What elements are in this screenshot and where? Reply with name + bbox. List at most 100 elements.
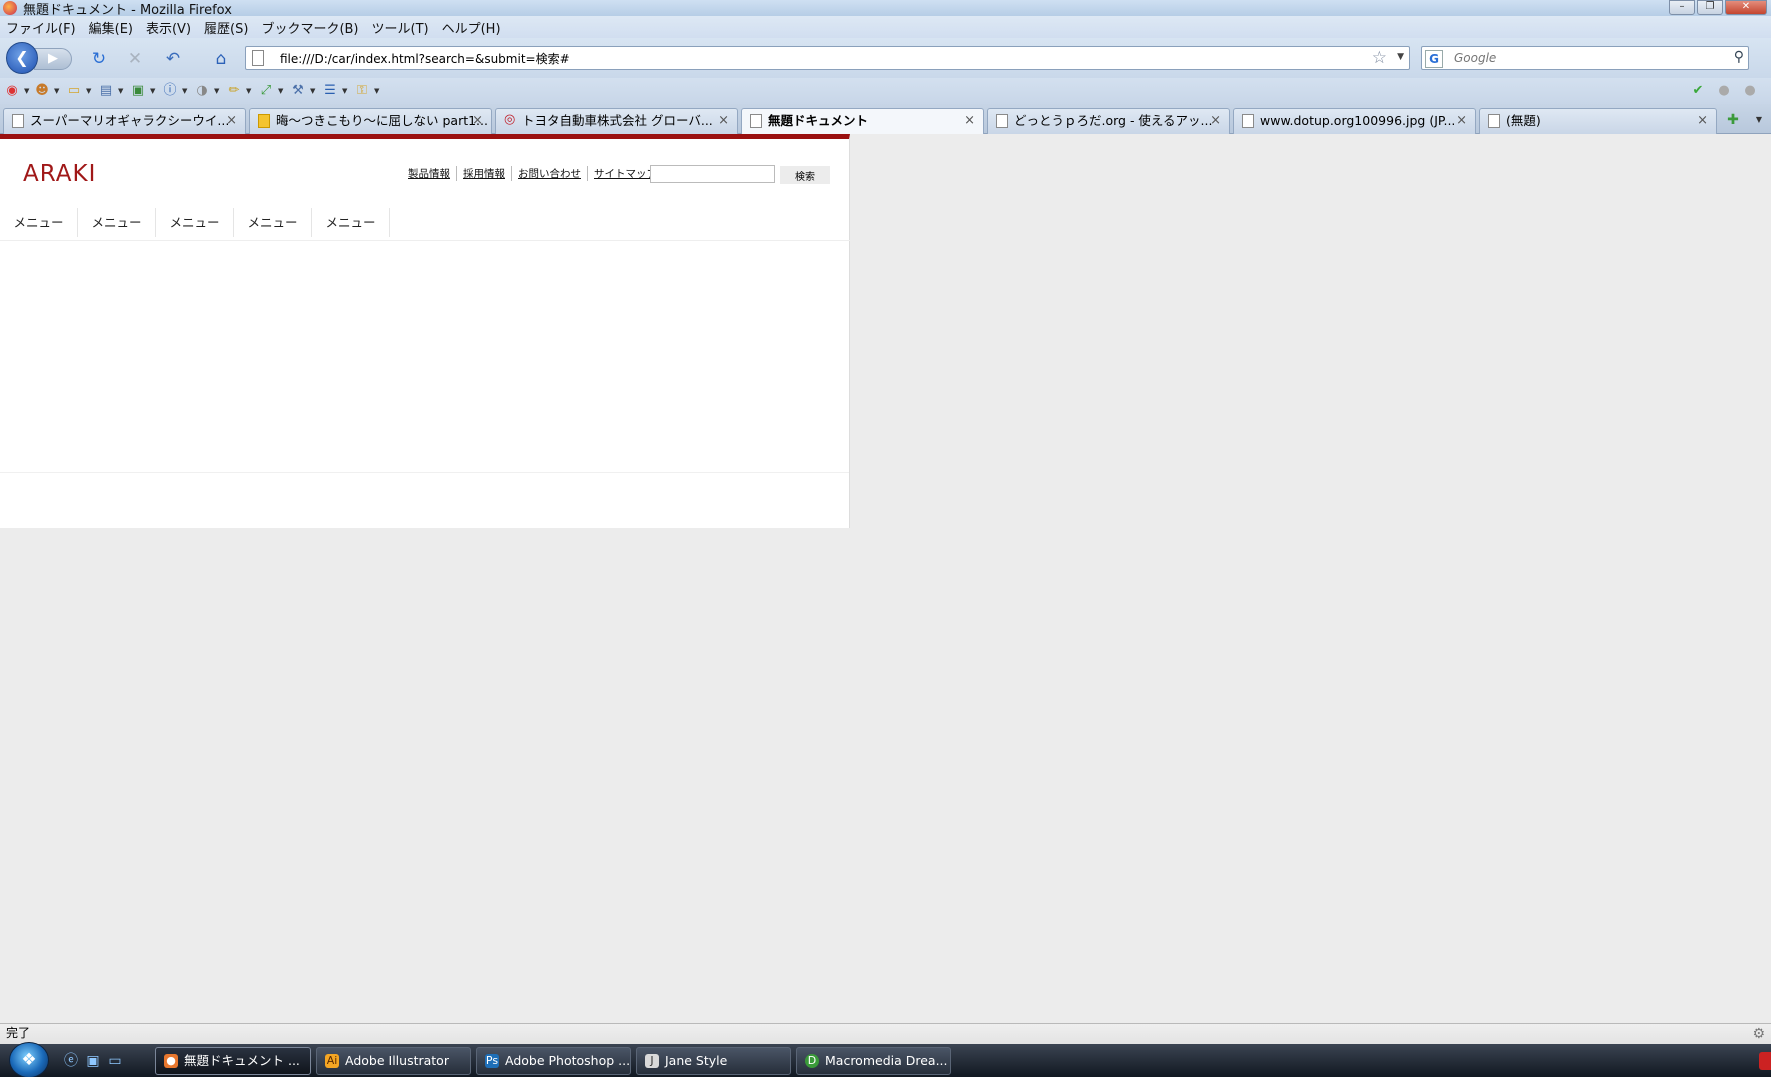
menu-view[interactable]: 表示(V) bbox=[146, 18, 191, 37]
menu-bookmarks[interactable]: ブックマーク(B) bbox=[261, 18, 358, 37]
dropdown-arrow-icon[interactable]: ▼ bbox=[310, 87, 315, 95]
image-icon[interactable]: ▣ bbox=[130, 83, 146, 99]
menu-history[interactable]: 履歴(S) bbox=[204, 18, 248, 37]
page-icon bbox=[996, 114, 1008, 128]
tab-label: (無題) bbox=[1506, 113, 1541, 128]
status-dot-icon[interactable]: ● bbox=[1742, 83, 1758, 99]
start-button[interactable]: ❖ bbox=[9, 1042, 49, 1077]
back-button[interactable]: ❮ bbox=[6, 42, 38, 74]
search-magnifier-icon[interactable]: ⚲ bbox=[1734, 49, 1744, 65]
status-dot-icon[interactable]: ● bbox=[1716, 83, 1732, 99]
options-key-icon[interactable]: ⚿ bbox=[354, 83, 370, 99]
forward-arrow-icon: ▶ bbox=[48, 51, 58, 66]
switch-windows-icon[interactable]: ▣ bbox=[84, 1052, 102, 1070]
url-history-dropdown-icon[interactable]: ▼ bbox=[1397, 52, 1404, 62]
tab-close-icon[interactable]: × bbox=[1697, 109, 1708, 133]
resize-icon[interactable]: ⤢ bbox=[258, 83, 274, 99]
dropdown-arrow-icon[interactable]: ▼ bbox=[118, 87, 123, 95]
nav-menu-5[interactable]: メニュー bbox=[312, 208, 390, 237]
internet-explorer-icon[interactable]: ⓔ bbox=[62, 1052, 80, 1070]
nav-menu-4[interactable]: メニュー bbox=[234, 208, 312, 237]
tab-close-icon[interactable]: × bbox=[964, 109, 975, 133]
gear-icon[interactable]: ⚙ bbox=[1752, 1025, 1765, 1044]
misc-icon[interactable]: ◑ bbox=[194, 83, 210, 99]
url-input[interactable] bbox=[280, 49, 1360, 67]
jane-style-icon: J bbox=[645, 1054, 659, 1068]
taskbar-illustrator[interactable]: Ai Adobe Illustrator bbox=[316, 1047, 471, 1075]
stop-icon[interactable]: ✕ bbox=[124, 48, 146, 70]
home-icon[interactable]: ⌂ bbox=[210, 48, 232, 70]
dropdown-arrow-icon[interactable]: ▼ bbox=[182, 87, 187, 95]
user-icon[interactable]: ☻ bbox=[34, 83, 50, 99]
dropdown-arrow-icon[interactable]: ▼ bbox=[150, 87, 155, 95]
folder-icon[interactable]: ▭ bbox=[66, 83, 82, 99]
site-search-button[interactable]: 検索 bbox=[780, 166, 830, 184]
minimize-button[interactable]: – bbox=[1669, 0, 1695, 15]
tab-tsukikomori[interactable]: 晦～つきこもり～に屈しない part1... × bbox=[249, 108, 492, 134]
global-nav: メニュー メニュー メニュー メニュー メニュー bbox=[0, 208, 850, 241]
tab-dotup-uploader[interactable]: どっとうｐろだ.org - 使えるアッ... × bbox=[987, 108, 1230, 134]
nav-menu-2[interactable]: メニュー bbox=[78, 208, 156, 237]
forward-button[interactable]: ▶ bbox=[34, 48, 72, 70]
new-tab-icon[interactable]: ✚ bbox=[1724, 111, 1742, 129]
footer-divider bbox=[0, 472, 849, 473]
google-engine-icon[interactable]: G bbox=[1425, 50, 1443, 68]
menu-tools[interactable]: ツール(T) bbox=[372, 18, 429, 37]
tab-untitled-document[interactable]: 無題ドキュメント × bbox=[741, 108, 984, 135]
noscript-icon[interactable]: ◉ bbox=[4, 83, 20, 99]
search-input[interactable] bbox=[1454, 49, 1714, 67]
reload-icon[interactable]: ↻ bbox=[88, 48, 110, 70]
tab-close-icon[interactable]: × bbox=[226, 109, 237, 133]
tab-untitled[interactable]: (無題) × bbox=[1479, 108, 1717, 134]
validator-check-icon[interactable]: ✔ bbox=[1690, 83, 1706, 99]
task-label: Macromedia Drea... bbox=[825, 1053, 948, 1068]
dropdown-arrow-icon[interactable]: ▼ bbox=[24, 87, 29, 95]
dropdown-arrow-icon[interactable]: ▼ bbox=[214, 87, 219, 95]
illustrator-icon: Ai bbox=[325, 1054, 339, 1068]
tray-icon[interactable] bbox=[1759, 1052, 1771, 1070]
search-bar: G ⚲ bbox=[1421, 46, 1749, 70]
dropdown-arrow-icon[interactable]: ▼ bbox=[278, 87, 283, 95]
dropdown-arrow-icon[interactable]: ▼ bbox=[54, 87, 59, 95]
link-contact[interactable]: お問い合わせ bbox=[511, 166, 587, 181]
show-desktop-icon[interactable]: ▭ bbox=[106, 1052, 124, 1070]
menu-file[interactable]: ファイル(F) bbox=[6, 18, 76, 37]
taskbar-photoshop[interactable]: Ps Adobe Photoshop ... bbox=[476, 1047, 631, 1075]
dropdown-arrow-icon[interactable]: ▼ bbox=[374, 87, 379, 95]
restore-button[interactable]: ❐ bbox=[1697, 0, 1723, 15]
taskbar-jane-style[interactable]: J Jane Style bbox=[636, 1047, 791, 1075]
tab-close-icon[interactable]: × bbox=[1456, 109, 1467, 133]
view-source-icon[interactable]: ☰ bbox=[322, 83, 338, 99]
menu-help[interactable]: ヘルプ(H) bbox=[442, 18, 501, 37]
site-search-input[interactable] bbox=[650, 165, 775, 183]
tab-label: 晦～つきこもり～に屈しない part1... bbox=[276, 113, 488, 128]
bookmark-star-icon[interactable]: ☆ bbox=[1372, 48, 1387, 68]
tools-icon[interactable]: ⚒ bbox=[290, 83, 306, 99]
site-logo[interactable]: ARAKI bbox=[23, 161, 96, 187]
form-icon[interactable]: ▤ bbox=[98, 83, 114, 99]
dropdown-arrow-icon[interactable]: ▼ bbox=[246, 87, 251, 95]
tab-toyota[interactable]: ◎ トヨタ自動車株式会社 グローバ... × bbox=[495, 108, 738, 134]
tab-list-dropdown-icon[interactable]: ▼ bbox=[1752, 111, 1766, 129]
link-recruit[interactable]: 採用情報 bbox=[456, 166, 511, 181]
info-icon[interactable]: ⓘ bbox=[162, 83, 178, 99]
close-button[interactable]: ✕ bbox=[1725, 0, 1767, 15]
nav-menu-3[interactable]: メニュー bbox=[156, 208, 234, 237]
undo-close-tab-icon[interactable]: ↶ bbox=[162, 48, 184, 70]
tab-mario-galaxy[interactable]: スーパーマリオギャラクシーウイ... × bbox=[3, 108, 246, 134]
task-label: 無題ドキュメント ... bbox=[184, 1053, 300, 1068]
dropdown-arrow-icon[interactable]: ▼ bbox=[342, 87, 347, 95]
taskbar-dreamweaver[interactable]: D Macromedia Drea... bbox=[796, 1047, 951, 1075]
window-title: 無題ドキュメント - Mozilla Firefox bbox=[23, 2, 232, 18]
tab-close-icon[interactable]: × bbox=[718, 109, 729, 133]
dropdown-arrow-icon[interactable]: ▼ bbox=[86, 87, 91, 95]
outline-icon[interactable]: ✏ bbox=[226, 83, 242, 99]
tab-close-icon[interactable]: × bbox=[472, 109, 483, 133]
tab-label: 無題ドキュメント bbox=[768, 113, 869, 128]
menu-edit[interactable]: 編集(E) bbox=[89, 18, 133, 37]
taskbar-firefox[interactable]: ● 無題ドキュメント ... bbox=[155, 1047, 311, 1075]
nav-menu-1[interactable]: メニュー bbox=[0, 208, 78, 237]
tab-dotup-image[interactable]: www.dotup.org100996.jpg (JP... × bbox=[1233, 108, 1476, 134]
tab-close-icon[interactable]: × bbox=[1210, 109, 1221, 133]
link-products[interactable]: 製品情報 bbox=[408, 166, 456, 181]
